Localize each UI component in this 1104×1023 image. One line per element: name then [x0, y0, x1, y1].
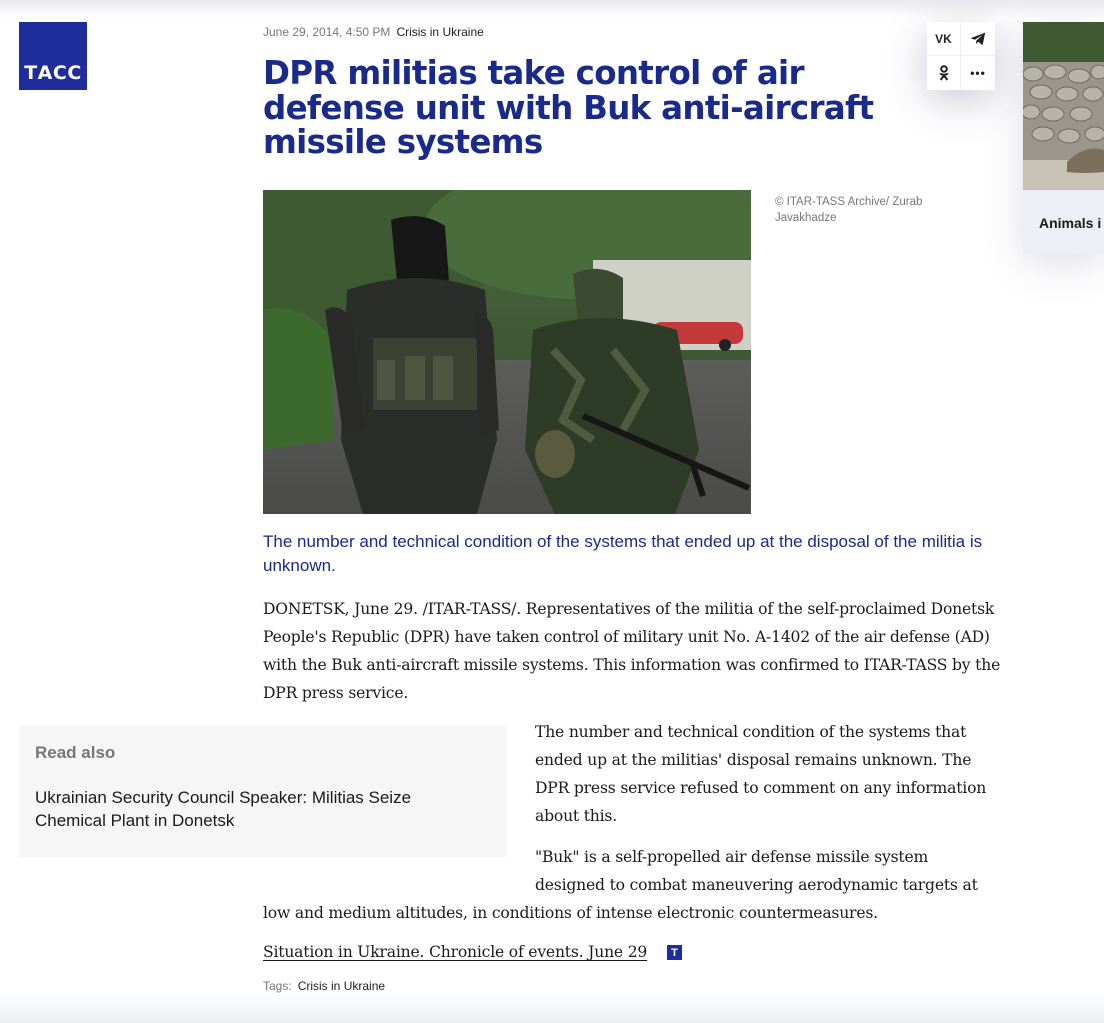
- telegram-icon: [970, 32, 986, 45]
- ok-share-button[interactable]: [927, 56, 961, 90]
- bottom-shade: [0, 990, 1104, 1023]
- more-share-button[interactable]: •••: [961, 56, 995, 90]
- article-paragraph-3b: low and medium altitudes, in conditions …: [263, 904, 878, 922]
- photo-credit: © ITAR-TASS Archive/ Zurab Javakhadze: [775, 196, 923, 224]
- read-also-heading: Read also: [35, 743, 116, 762]
- article-date: June 29, 2014, 4:50 PM: [263, 25, 391, 39]
- article-photo: [263, 190, 751, 514]
- article-category-link[interactable]: Crisis in Ukraine: [396, 25, 483, 39]
- ok-icon: [938, 65, 949, 81]
- read-also-link[interactable]: Ukrainian Security Council Speaker: Mili…: [35, 786, 485, 832]
- article-title: DPR militias take control of air defense…: [263, 54, 874, 161]
- telegram-share-button[interactable]: [961, 22, 995, 56]
- photo-illustration: [263, 190, 751, 514]
- chronicle-link[interactable]: Situation in Ukraine. Chronicle of event…: [263, 940, 647, 964]
- article-paragraph-2: The number and technical condition of th…: [535, 723, 987, 825]
- tass-logo[interactable]: ТАСС: [19, 22, 87, 90]
- article-paragraph-1: DONETSK, June 29. /ITAR-TASS/. Represent…: [263, 600, 1001, 702]
- share-panel: VK •••: [927, 22, 995, 90]
- top-shade: [0, 0, 1104, 18]
- logo-text: ТАСС: [24, 62, 82, 84]
- article-lead: The number and technical condition of th…: [263, 532, 983, 575]
- more-icon: •••: [970, 66, 986, 80]
- tass-badge-icon: T: [667, 945, 682, 960]
- sidebar-card-image: [1023, 22, 1104, 190]
- sidebar-card-caption: Animals i: [1039, 215, 1102, 231]
- sidebar-card[interactable]: Animals i: [1023, 22, 1104, 254]
- article-meta: June 29, 2014, 4:50 PM Crisis in Ukraine: [263, 25, 484, 39]
- article-paragraph-3a: "Buk" is a self-propelled air defense mi…: [535, 848, 978, 894]
- vk-icon: VK: [935, 31, 952, 46]
- vk-share-button[interactable]: VK: [927, 22, 961, 56]
- read-also-box: Read also Ukrainian Security Council Spe…: [19, 726, 507, 857]
